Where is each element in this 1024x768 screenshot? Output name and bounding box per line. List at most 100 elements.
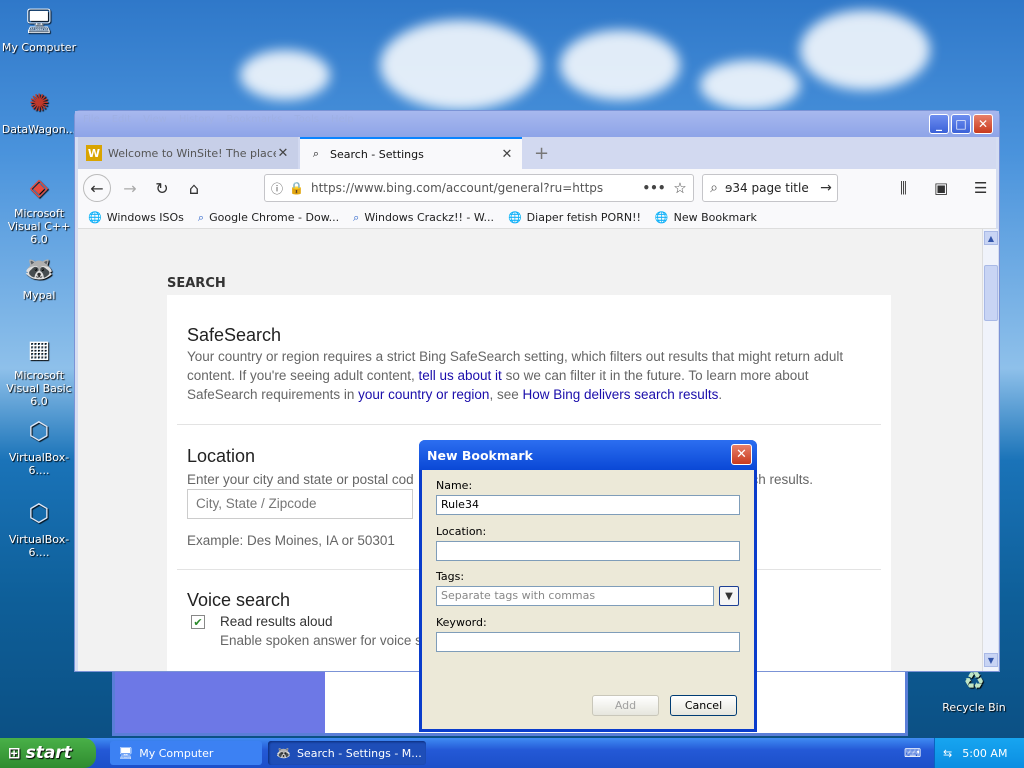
search-input[interactable]: ɘ34 page title [725,181,815,195]
clock[interactable]: 5:00 AM [962,747,1007,760]
keyword-field[interactable] [436,632,740,652]
location-heading: Location [187,446,256,466]
keyword-label: Keyword: [436,616,487,629]
go-arrow-icon[interactable]: → [815,180,837,196]
url-bar[interactable]: ⓘ 🔒 https://www.bing.com/account/general… [264,174,694,202]
desktop-icon-label: Mypal [22,289,56,302]
desktop-icon-mypal[interactable]: 🦝 Mypal [0,252,78,303]
desktop-icon-visual-basic[interactable]: ▦ Microsoft Visual Basic 6.0 [0,332,78,409]
menu-help[interactable]: Help [331,114,354,125]
vertical-scrollbar[interactable]: ▲ ▼ [982,229,998,671]
forward-arrow-icon[interactable]: → [116,175,144,201]
tab-winsite[interactable]: W Welcome to WinSite! The place fo ✕ [78,137,298,169]
desktop-icon-label: DataWagon... [1,123,77,136]
tell-us-link[interactable]: tell us about it [419,368,502,383]
cancel-button[interactable]: Cancel [670,695,737,716]
search-icon: ⌕ [353,210,360,224]
close-window-button[interactable]: ✕ [973,114,993,134]
url-text[interactable]: https://www.bing.com/account/general?ru=… [311,181,641,195]
close-tab-icon[interactable]: ✕ [500,147,514,162]
library-icon[interactable]: ⫼ [900,179,907,197]
desktop-icon-label: Microsoft Visual C++ 6.0 [7,207,71,246]
safesearch-description: Your country or region requires a strict… [187,347,877,404]
tags-field[interactable]: Separate tags with commas [436,586,714,606]
desktop-icon-my-computer[interactable]: 🖥 My Computer [0,4,78,55]
scroll-down-icon[interactable]: ▼ [984,653,998,667]
country-region-link[interactable]: your country or region [358,387,489,402]
section-title: SEARCH [167,276,226,291]
home-icon[interactable]: ⌂ [180,175,208,201]
tab-label: Welcome to WinSite! The place fo [108,146,276,160]
page-actions-icon[interactable]: ••• [641,181,667,195]
bookmarks-toolbar: 🌐 Windows ISOs ⌕ Google Chrome - Dow... ⌕ W… [78,207,996,229]
bookmark-label: New Bookmark [673,211,757,224]
menu-history[interactable]: History [179,114,215,125]
cloud [700,60,800,110]
visual-basic-icon: ▦ [27,334,51,363]
divider [177,424,881,425]
add-button[interactable]: Add [592,695,659,716]
info-icon[interactable]: ⓘ [271,180,289,197]
dialog-title[interactable]: New Bookmark [419,440,757,470]
dialog-close-icon[interactable]: ✕ [731,444,752,465]
scroll-up-icon[interactable]: ▲ [984,231,998,245]
start-button[interactable]: ⊞ start [0,738,96,768]
cloud [240,50,330,100]
menu-file[interactable]: File [83,114,100,125]
name-field[interactable]: Rule34 [436,495,740,515]
sidebar-icon[interactable]: ▣ [934,179,948,197]
new-tab-icon[interactable]: + [534,143,549,164]
desktop-icon-datawagon[interactable]: ✺ DataWagon... [0,86,78,137]
chevron-down-icon[interactable]: ▼ [719,586,739,606]
bookmark-windows-crackz[interactable]: ⌕ Windows Crackz!! - W... [353,211,494,225]
taskbar-item-search-settings[interactable]: 🦝 Search - Settings - M... [268,741,426,765]
name-label: Name: [436,479,473,492]
windows-flag-icon: ⊞ [8,744,21,762]
cloud [560,30,680,100]
bookmark-google-chrome[interactable]: ⌕ Google Chrome - Dow... [198,211,339,225]
network-icon[interactable]: ⇆ [943,747,952,760]
browser-titlebar[interactable]: File Edit View History Bookmarks Tools H… [75,111,999,137]
bookmark-windows-isos[interactable]: 🌐 Windows ISOs [88,211,184,224]
reload-icon[interactable]: ↻ [148,175,176,201]
location-label: Location: [436,525,487,538]
keyboard-icon[interactable]: ⌨ [904,746,921,760]
bookmark-label: Diaper fetish PORN!! [526,211,641,224]
tab-search-settings[interactable]: ⌕ Search - Settings ✕ [300,137,522,169]
search-bar[interactable]: ⌕ ɘ34 page title → [702,174,838,202]
minimize-button[interactable]: _ [929,114,949,134]
new-bookmark-dialog: New Bookmark ✕ Name: Rule34 Location: Ta… [419,440,757,732]
desktop-icon-virtualbox-1[interactable]: ⬡ VirtualBox-6.... [0,414,78,478]
menu-edit[interactable]: Edit [112,114,131,125]
menu-view[interactable]: View [143,114,167,125]
raccoon-icon: 🦝 [276,746,291,760]
desktop-icon-label: My Computer [1,41,77,54]
close-tab-icon[interactable]: ✕ [276,146,290,161]
voice-search-heading: Voice search [187,590,291,610]
location-example: Example: Des Moines, IA or 50301 [187,533,395,548]
virtualbox-icon: ⬡ [28,416,50,445]
scroll-thumb[interactable] [984,265,998,321]
bookmark-new-bookmark[interactable]: 🌐 New Bookmark [655,211,757,224]
taskbar-item-my-computer[interactable]: 🖥 My Computer [110,741,262,765]
lock-icon[interactable]: 🔒 [289,181,305,195]
menu-bookmarks[interactable]: Bookmarks [226,114,282,125]
menu-tools[interactable]: Tools [294,114,319,125]
navigation-toolbar: ← → ↻ ⌂ ⓘ 🔒 https://www.bing.com/account… [78,169,996,207]
hamburger-menu-icon[interactable]: ☰ [974,179,987,197]
maximize-button[interactable]: □ [951,114,971,134]
bookmark-label: Google Chrome - Dow... [209,211,340,224]
desktop-icon-label: Microsoft Visual Basic 6.0 [6,369,72,408]
read-results-checkbox[interactable]: ✔ [191,615,205,629]
location-field[interactable] [436,541,740,561]
bookmark-label: Windows ISOs [106,211,184,224]
back-arrow-icon[interactable]: ← [83,174,111,202]
how-bing-delivers-link[interactable]: How Bing delivers search results [522,387,718,402]
cloud [800,10,930,90]
desktop-icon-visual-cpp[interactable]: ◈ Microsoft Visual C++ 6.0 [0,170,78,247]
location-input[interactable]: City, State / Zipcode [187,489,413,519]
tab-strip: W Welcome to WinSite! The place fo ✕ ⌕ S… [78,137,996,169]
bookmark-diaper[interactable]: 🌐 Diaper fetish PORN!! [508,211,641,224]
bookmark-star-icon[interactable]: ☆ [667,179,693,197]
desktop-icon-virtualbox-2[interactable]: ⬡ VirtualBox-6.... [0,496,78,560]
